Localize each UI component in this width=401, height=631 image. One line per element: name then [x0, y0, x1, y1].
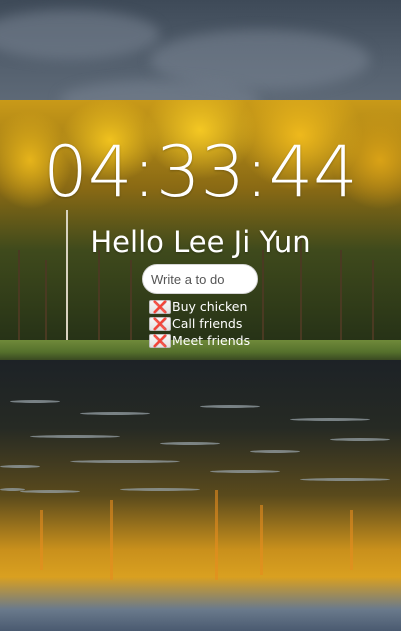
- todo-item: ❌ Call friends: [149, 315, 250, 332]
- clock: 04:33:44: [43, 131, 358, 213]
- close-icon: ❌: [152, 299, 168, 314]
- greeting: Hello Lee Ji Yun: [90, 225, 311, 259]
- todo-label: Meet friends: [172, 333, 251, 348]
- todo-label: Buy chicken: [172, 299, 248, 314]
- close-icon: ❌: [152, 333, 168, 348]
- delete-todo-button[interactable]: ❌: [149, 299, 171, 314]
- todo-label: Call friends: [172, 316, 243, 331]
- delete-todo-button[interactable]: ❌: [149, 316, 171, 331]
- todo-item: ❌ Buy chicken: [149, 298, 250, 315]
- todo-input[interactable]: [142, 264, 258, 294]
- todo-form: [142, 264, 258, 294]
- todo-item: ❌ Meet friends: [149, 332, 250, 349]
- todo-list: ❌ Buy chicken ❌ Call friends ❌ Meet frie…: [149, 298, 250, 349]
- close-icon: ❌: [152, 316, 168, 331]
- lake-reflection: [0, 360, 401, 631]
- delete-todo-button[interactable]: ❌: [149, 333, 171, 348]
